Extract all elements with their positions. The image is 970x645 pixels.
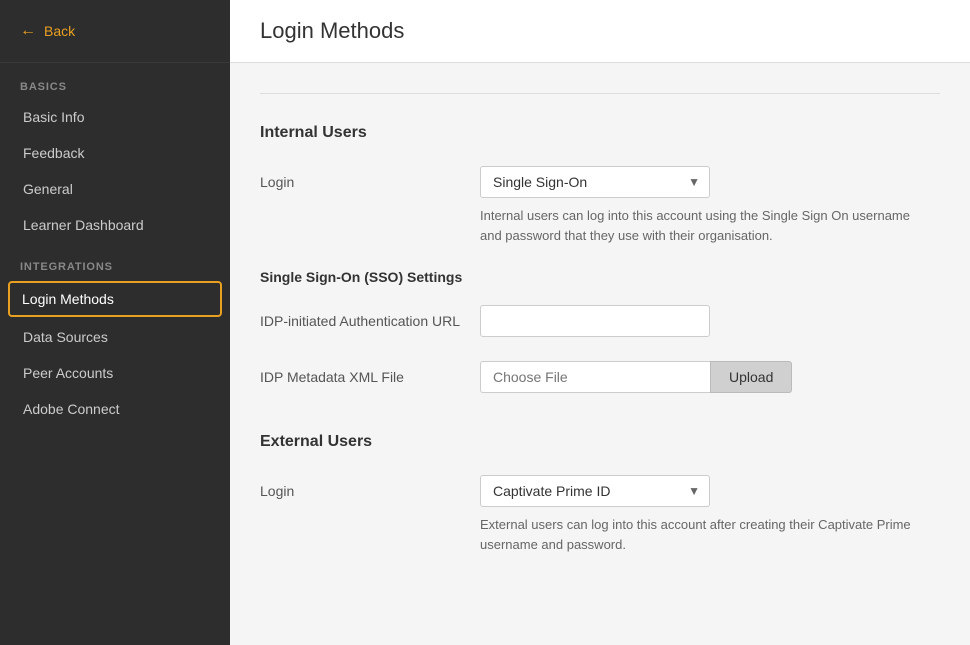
main-content: Login Methods Internal Users Login Singl… [230, 0, 970, 645]
idp-url-label: IDP-initiated Authentication URL [260, 305, 480, 329]
sidebar-item-general[interactable]: General [0, 171, 230, 207]
content-area: Internal Users Login Single Sign-OnUsern… [230, 63, 970, 608]
section-divider [260, 93, 940, 94]
external-users-section: External Users Login Captivate Prime IDU… [260, 423, 940, 554]
sidebar-item-peer-accounts[interactable]: Peer Accounts [0, 355, 230, 391]
file-name-input[interactable] [480, 361, 710, 393]
back-label: Back [44, 23, 75, 39]
idp-url-form-row: IDP-initiated Authentication URL [260, 305, 940, 337]
external-login-label: Login [260, 475, 480, 499]
idp-url-control-area [480, 305, 940, 337]
login-select-wrapper: Single Sign-OnUsername/PasswordSocial Lo… [480, 166, 710, 198]
upload-button[interactable]: Upload [710, 361, 792, 393]
sidebar-item-adobe-connect[interactable]: Adobe Connect [0, 391, 230, 427]
external-login-select-wrapper: Captivate Prime IDUsername/PasswordSocia… [480, 475, 710, 507]
external-users-heading: External Users [260, 433, 940, 451]
sidebar-item-login-methods[interactable]: Login Methods [8, 281, 222, 317]
login-control-area: Single Sign-OnUsername/PasswordSocial Lo… [480, 166, 940, 245]
login-label: Login [260, 166, 480, 190]
sidebar-item-learner-dashboard[interactable]: Learner Dashboard [0, 207, 230, 243]
external-login-select[interactable]: Captivate Prime IDUsername/PasswordSocia… [480, 475, 710, 507]
idp-url-input[interactable] [480, 305, 710, 337]
sidebar-item-data-sources[interactable]: Data Sources [0, 319, 230, 355]
external-login-form-row: Login Captivate Prime IDUsername/Passwor… [260, 475, 940, 554]
external-help-text: External users can log into this account… [480, 515, 920, 554]
page-header: Login Methods [230, 0, 970, 63]
back-arrow-icon: ← [20, 22, 36, 40]
file-input-wrapper: Upload [480, 361, 940, 393]
back-button[interactable]: ← Back [0, 0, 230, 63]
sidebar-section-label: INTEGRATIONS [0, 243, 230, 279]
sidebar: ← Back BASICSBasic InfoFeedbackGeneralLe… [0, 0, 230, 645]
login-form-row: Login Single Sign-OnUsername/PasswordSoc… [260, 166, 940, 245]
sidebar-item-feedback[interactable]: Feedback [0, 135, 230, 171]
sso-heading: Single Sign-On (SSO) Settings [260, 269, 940, 285]
idp-metadata-label: IDP Metadata XML File [260, 361, 480, 385]
idp-metadata-form-row: IDP Metadata XML File Upload [260, 361, 940, 393]
login-select[interactable]: Single Sign-OnUsername/PasswordSocial Lo… [480, 166, 710, 198]
internal-help-text: Internal users can log into this account… [480, 206, 920, 245]
external-login-control-area: Captivate Prime IDUsername/PasswordSocia… [480, 475, 940, 554]
idp-metadata-control-area: Upload [480, 361, 940, 393]
sidebar-item-basic-info[interactable]: Basic Info [0, 99, 230, 135]
internal-users-heading: Internal Users [260, 124, 940, 142]
page-title: Login Methods [260, 18, 940, 44]
sidebar-section-label: BASICS [0, 63, 230, 99]
